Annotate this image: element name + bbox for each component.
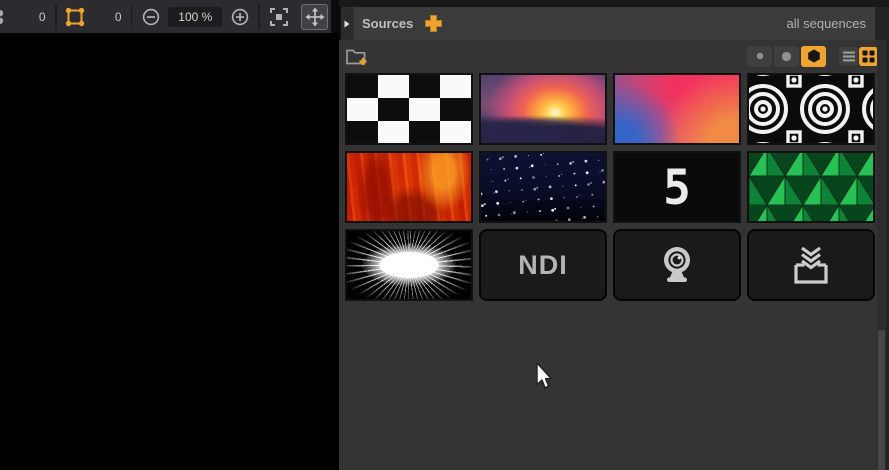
- sequence-filter[interactable]: all sequences: [787, 16, 867, 31]
- ndi-logo: NDI: [518, 250, 568, 281]
- param2-value: 0: [104, 10, 122, 24]
- countdown-digit: 5: [663, 163, 691, 211]
- list-view-button[interactable]: [839, 47, 858, 66]
- zoom-in-button[interactable]: [228, 4, 251, 30]
- grid-icon: [862, 50, 875, 63]
- source-tile-countdown[interactable]: 5: [613, 151, 741, 223]
- sources-grid: 5: [345, 73, 875, 301]
- source-tile-starfield[interactable]: [479, 151, 607, 223]
- anchor-icon: [0, 4, 10, 30]
- panel-scrollbar[interactable]: [877, 40, 886, 470]
- panel-top-strip: [339, 0, 889, 7]
- param1-value: 0: [28, 10, 46, 24]
- source-tile-checkerboard[interactable]: [345, 73, 473, 145]
- app-window: 0 0 100 %: [0, 0, 889, 470]
- starfield-image: [481, 153, 605, 221]
- source-tile-color-gradient[interactable]: [613, 73, 741, 145]
- toolbar-gap: [331, 0, 339, 33]
- large-dot-icon: [807, 49, 821, 63]
- divider: [258, 4, 260, 30]
- source-tile-starburst[interactable]: [345, 229, 473, 301]
- sources-panel: Sources all sequences: [339, 0, 889, 470]
- plus-icon: [424, 14, 443, 33]
- source-tile-import[interactable]: [747, 229, 875, 301]
- thumb-size-large-button[interactable]: [801, 46, 826, 67]
- chevron-right-icon: [344, 20, 350, 28]
- fit-view-button[interactable]: [267, 4, 290, 30]
- add-folder-button[interactable]: [345, 46, 367, 67]
- collapse-panel-button[interactable]: [341, 7, 353, 40]
- zoom-out-button[interactable]: [139, 4, 162, 30]
- import-icon: [787, 241, 835, 289]
- corner-pin-icon[interactable]: [64, 4, 87, 30]
- panel-header: Sources all sequences: [354, 7, 875, 40]
- divider: [131, 4, 133, 30]
- panel-title: Sources: [362, 16, 413, 31]
- green-triangles-image: [749, 153, 873, 221]
- scrollbar-thumb[interactable]: [878, 330, 885, 470]
- thumb-size-small-button[interactable]: [747, 46, 772, 67]
- thumb-size-medium-button[interactable]: [774, 46, 799, 67]
- small-dot-icon: [756, 52, 764, 60]
- sources-toolbar: [339, 40, 886, 72]
- op-art-circles-image: [749, 75, 873, 143]
- pan-view-button[interactable]: [301, 4, 328, 30]
- zoom-level-field[interactable]: 100 %: [168, 7, 222, 27]
- grid-view-button[interactable]: [859, 47, 878, 66]
- medium-dot-icon: [781, 51, 792, 62]
- source-tile-fire[interactable]: [345, 151, 473, 223]
- view-mode-group: [839, 47, 878, 66]
- source-tile-ndi[interactable]: NDI: [479, 229, 607, 301]
- divider: [55, 4, 57, 30]
- header-edge: [875, 7, 889, 40]
- canvas-toolbar: 0 0 100 %: [0, 0, 331, 33]
- add-source-button[interactable]: [424, 14, 443, 33]
- thumb-size-group: [747, 46, 826, 67]
- source-tile-concentric-circles[interactable]: [747, 73, 875, 145]
- webcam-icon: [653, 241, 701, 289]
- list-icon: [843, 51, 855, 62]
- source-tile-green-triangles[interactable]: [747, 151, 875, 223]
- folder-plus-icon: [345, 46, 367, 67]
- preview-canvas[interactable]: [0, 33, 339, 470]
- source-tile-sunset[interactable]: [479, 73, 607, 145]
- source-tile-webcam[interactable]: [613, 229, 741, 301]
